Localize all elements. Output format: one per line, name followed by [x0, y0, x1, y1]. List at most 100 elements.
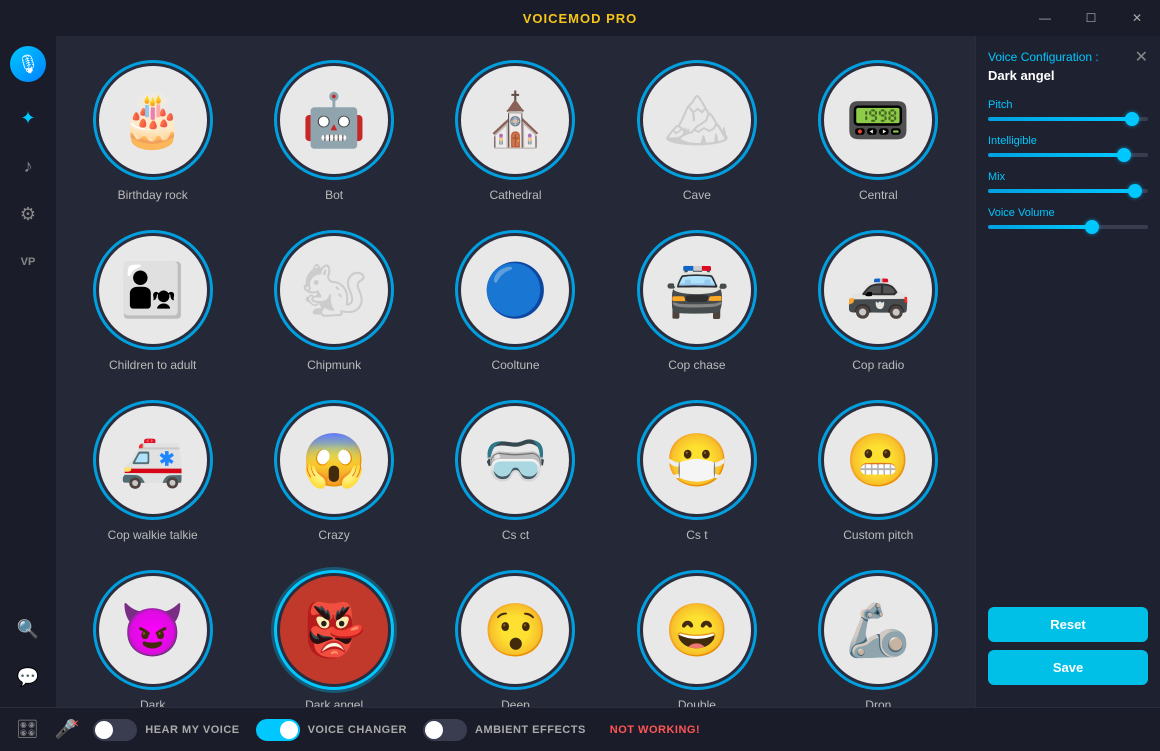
- voice-circle-birthday-rock: 🎂: [93, 60, 213, 180]
- window-controls: — ☐ ✕: [1022, 0, 1160, 36]
- voice-label-cs-t: Cs t: [686, 528, 707, 542]
- voice-item-custom-pitch[interactable]: 😬 Custom pitch: [794, 392, 963, 550]
- voice-volume-thumb[interactable]: [1085, 220, 1099, 234]
- voice-item-double[interactable]: 😄 Double: [612, 562, 781, 707]
- voice-changer-knob: [280, 721, 298, 739]
- voice-item-dron[interactable]: 🦾 Dron: [794, 562, 963, 707]
- sidebar-item-music[interactable]: ♪: [8, 146, 48, 186]
- voice-circle-inner-cs-t: 😷: [643, 406, 751, 514]
- mix-fill: [988, 189, 1135, 193]
- voice-circle-inner-dark: 😈: [99, 576, 207, 684]
- voice-emoji-birthday-rock: 🎂: [120, 90, 185, 151]
- sidebar-item-effects[interactable]: ✦: [8, 98, 48, 138]
- voice-circle-cave: 🏔: [637, 60, 757, 180]
- voice-emoji-children-to-adult: 👨‍👧: [120, 260, 185, 321]
- voice-item-dark-angel[interactable]: 👺 Dark angel: [249, 562, 418, 707]
- voice-label-dark: Dark: [140, 698, 165, 707]
- voice-circle-inner-central: 📟: [824, 66, 932, 174]
- hear-my-voice-toggle[interactable]: [93, 719, 137, 741]
- voice-emoji-crazy: 😱: [302, 430, 367, 491]
- voice-item-birthday-rock[interactable]: 🎂 Birthday rock: [68, 52, 237, 210]
- voice-circle-cathedral: ⛪: [455, 60, 575, 180]
- voice-emoji-cathedral: ⛪: [483, 90, 548, 151]
- voice-changer-toggle[interactable]: [256, 719, 300, 741]
- voice-circle-inner-cathedral: ⛪: [461, 66, 569, 174]
- pitch-thumb[interactable]: [1125, 112, 1139, 126]
- minimize-button[interactable]: —: [1022, 0, 1068, 36]
- mixer-icon[interactable]: 🎛: [16, 719, 39, 740]
- sidebar-item-chat[interactable]: 💬: [8, 657, 48, 697]
- voice-item-cop-walkie-talkie[interactable]: 🚑 Cop walkie talkie: [68, 392, 237, 550]
- ambient-effects-toggle[interactable]: [423, 719, 467, 741]
- voice-label-birthday-rock: Birthday rock: [118, 188, 188, 202]
- voice-emoji-dark-angel: 👺: [302, 600, 367, 661]
- voice-emoji-dron: 🦾: [846, 600, 911, 661]
- voice-circle-dark-angel: 👺: [274, 570, 394, 690]
- voice-item-bot[interactable]: 🤖 Bot: [249, 52, 418, 210]
- voice-item-chipmunk[interactable]: 🐿 Chipmunk: [249, 222, 418, 380]
- title-bar: VOICEMOD PRO — ☐ ✕: [0, 0, 1160, 36]
- effects-icon: ✦: [20, 108, 35, 129]
- voice-circle-inner-dark-angel: 👺: [280, 576, 388, 684]
- voice-item-cs-t[interactable]: 😷 Cs t: [612, 392, 781, 550]
- voice-item-cop-chase[interactable]: 🚔 Cop chase: [612, 222, 781, 380]
- voice-emoji-cave: 🏔: [664, 90, 730, 151]
- intelligible-slider[interactable]: [988, 153, 1148, 157]
- voice-item-deep[interactable]: 😯 Deep: [431, 562, 600, 707]
- voice-grid-container[interactable]: 🎂 Birthday rock 🤖 Bot ⛪ Cathedral 🏔 Cave: [56, 36, 975, 707]
- intelligible-thumb[interactable]: [1117, 148, 1131, 162]
- vp-icon: VP: [21, 256, 36, 268]
- voice-label-cop-walkie-talkie: Cop walkie talkie: [108, 528, 198, 542]
- voice-item-central[interactable]: 📟 Central: [794, 52, 963, 210]
- voice-label-cop-radio: Cop radio: [852, 358, 904, 372]
- sidebar-item-search[interactable]: 🔍: [8, 609, 48, 649]
- mix-slider[interactable]: [988, 189, 1148, 193]
- sidebar-logo: 🎙: [10, 46, 46, 82]
- chat-icon: 💬: [17, 667, 39, 688]
- voice-label-cooltune: Cooltune: [491, 358, 539, 372]
- voice-circle-inner-custom-pitch: 😬: [824, 406, 932, 514]
- logo-icon: 🎙: [17, 54, 40, 75]
- music-icon: ♪: [24, 156, 33, 177]
- voice-item-crazy[interactable]: 😱 Crazy: [249, 392, 418, 550]
- voice-circle-cop-radio: 🚓: [818, 230, 938, 350]
- voice-volume-slider[interactable]: [988, 225, 1148, 229]
- app-title: VOICEMOD PRO: [523, 11, 638, 26]
- voice-item-cave[interactable]: 🏔 Cave: [612, 52, 781, 210]
- close-button[interactable]: ✕: [1114, 0, 1160, 36]
- voice-label-cathedral: Cathedral: [489, 188, 541, 202]
- mix-section: Mix: [988, 171, 1148, 193]
- close-config-button[interactable]: ✕: [1135, 50, 1148, 66]
- voice-circle-cs-ct: 🥽: [455, 400, 575, 520]
- voice-changer-label: VOICE CHANGER: [308, 724, 407, 736]
- voice-item-dark[interactable]: 😈 Dark: [68, 562, 237, 707]
- voice-circle-custom-pitch: 😬: [818, 400, 938, 520]
- ambient-effects-label: AMBIENT EFFECTS: [475, 724, 586, 736]
- voice-circle-cop-chase: 🚔: [637, 230, 757, 350]
- voice-item-cop-radio[interactable]: 🚓 Cop radio: [794, 222, 963, 380]
- voice-circle-double: 😄: [637, 570, 757, 690]
- sidebar-item-settings[interactable]: ⚙: [8, 194, 48, 234]
- sidebar-item-vp[interactable]: VP: [8, 242, 48, 282]
- voice-item-children-to-adult[interactable]: 👨‍👧 Children to adult: [68, 222, 237, 380]
- voice-emoji-cs-ct: 🥽: [483, 430, 548, 491]
- reset-button[interactable]: Reset: [988, 607, 1148, 642]
- voice-item-cooltune[interactable]: 🔵 Cooltune: [431, 222, 600, 380]
- voice-circle-inner-cooltune: 🔵: [461, 236, 569, 344]
- mix-label: Mix: [988, 171, 1148, 183]
- mix-thumb[interactable]: [1128, 184, 1142, 198]
- save-button[interactable]: Save: [988, 650, 1148, 685]
- voice-circle-inner-cs-ct: 🥽: [461, 406, 569, 514]
- voice-item-cathedral[interactable]: ⛪ Cathedral: [431, 52, 600, 210]
- ambient-effects-knob: [425, 721, 443, 739]
- hear-my-voice-group: HEAR MY VOICE: [93, 719, 239, 741]
- config-title-line1: Voice Configuration :: [988, 50, 1099, 66]
- voice-emoji-chipmunk: 🐿: [301, 260, 367, 321]
- voice-item-cs-ct[interactable]: 🥽 Cs ct: [431, 392, 600, 550]
- voice-circle-inner-bot: 🤖: [280, 66, 388, 174]
- voice-emoji-dark: 😈: [120, 600, 185, 661]
- content-area: 🎂 Birthday rock 🤖 Bot ⛪ Cathedral 🏔 Cave: [56, 36, 1160, 707]
- mic-mute-icon[interactable]: 🎤✕: [55, 719, 77, 740]
- pitch-slider[interactable]: [988, 117, 1148, 121]
- maximize-button[interactable]: ☐: [1068, 0, 1114, 36]
